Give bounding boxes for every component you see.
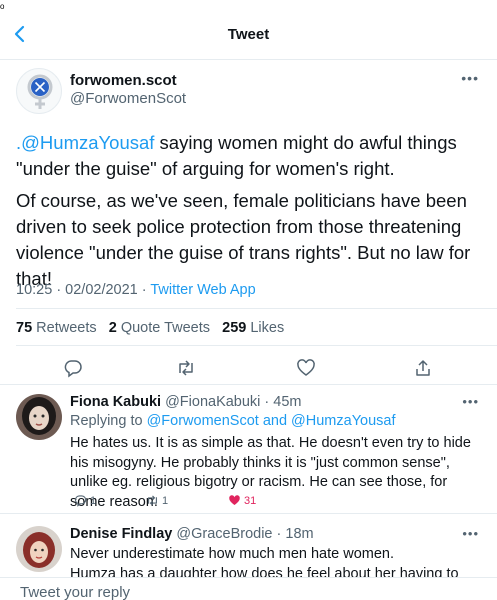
reply-text: Never underestimate how much men hate wo…: [70, 546, 459, 577]
page-title: Tweet: [227, 26, 270, 43]
tweet-time[interactable]: 10:25 · 02/02/2021 ·: [16, 282, 150, 298]
divider: [16, 345, 497, 346]
quote-tweets-stat[interactable]: 2 Quote Tweets: [109, 320, 210, 336]
heart-filled-icon: [229, 495, 240, 506]
retweet-button[interactable]: 1: [146, 494, 168, 507]
share-icon[interactable]: [413, 358, 433, 378]
author-handle[interactable]: @ForwomenScot: [70, 90, 186, 107]
more-options-icon[interactable]: •••: [461, 70, 479, 86]
reply-compose-bar: [0, 577, 497, 600]
like-button[interactable]: 31: [228, 494, 256, 507]
replying-to: Replying to @ForwomenScot and @HumzaYous…: [70, 413, 396, 429]
reply-author[interactable]: Fiona Kabuki @FionaKabuki · 45m: [70, 394, 302, 410]
tweet-timestamp: 10:25 · 02/02/2021 · Twitter Web App: [16, 282, 256, 298]
tweet-actions: [0, 358, 497, 378]
more-options-icon[interactable]: •••: [462, 394, 479, 409]
tweet-stats: 75 Retweets 2 Quote Tweets 259 Likes: [16, 320, 284, 336]
venus-logo-icon: [27, 74, 53, 109]
reply-input[interactable]: [20, 584, 320, 600]
profile-photo-icon: [16, 394, 62, 440]
tweet-text: .@HumzaYousaf saying women might do awfu…: [16, 130, 486, 298]
profile-photo-icon: [16, 526, 62, 572]
author-name[interactable]: forwomen.scot: [70, 72, 177, 89]
reply-author[interactable]: Denise Findlay @GraceBrodie · 18m: [70, 526, 314, 542]
divider: [16, 308, 497, 309]
tweet-text-p2: Of course, as we've seen, female politic…: [16, 190, 471, 289]
retweets-stat[interactable]: 75 Retweets: [16, 320, 97, 336]
retweet-icon: [148, 495, 157, 506]
avatar[interactable]: [16, 394, 62, 440]
likes-stat[interactable]: 259 Likes: [222, 320, 284, 336]
reply-icon[interactable]: [63, 358, 83, 378]
avatar[interactable]: [16, 68, 62, 114]
reply-button[interactable]: 1: [74, 494, 96, 507]
top-bar: Tweet: [0, 0, 497, 60]
more-options-icon[interactable]: •••: [462, 526, 479, 541]
avatar[interactable]: [16, 526, 62, 572]
tweet-source-link[interactable]: Twitter Web App: [150, 282, 255, 298]
divider: [0, 384, 497, 385]
mention-link[interactable]: .@HumzaYousaf: [16, 132, 154, 153]
retweet-icon[interactable]: [176, 358, 196, 378]
reply-icon: [74, 495, 87, 507]
reply-actions: 1 1 31: [70, 494, 330, 510]
like-icon[interactable]: [296, 358, 316, 378]
divider: [0, 513, 497, 514]
